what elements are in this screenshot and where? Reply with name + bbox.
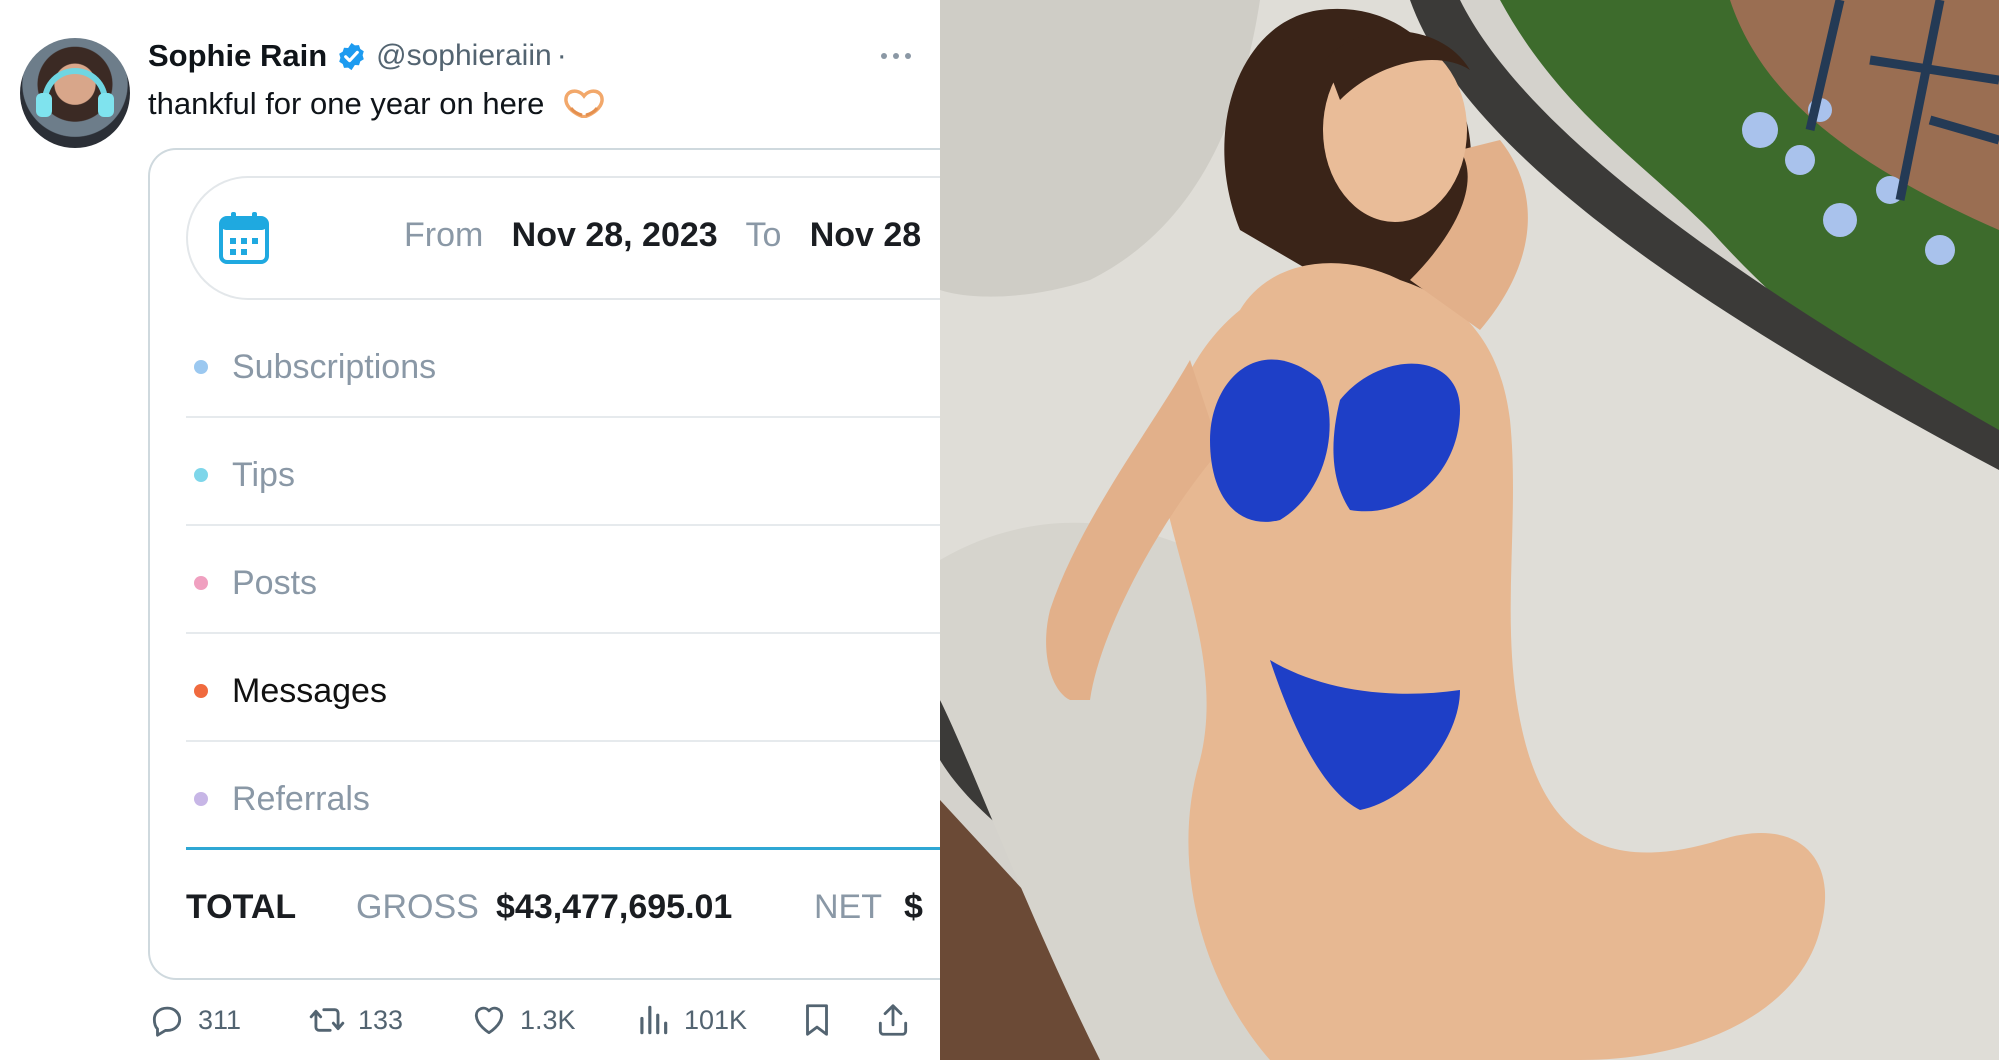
gross-label: GROSS — [356, 888, 479, 926]
views-button[interactable]: 101K — [634, 998, 747, 1042]
heart-icon — [474, 1006, 504, 1035]
category-row-referrals[interactable]: Referrals — [186, 744, 940, 850]
category-label: Subscriptions — [232, 348, 437, 386]
separator-dot: · — [556, 39, 567, 72]
earnings-card[interactable]: From Nov 28, 2023 To Nov 28 Subscription… — [148, 148, 940, 980]
verified-badge-icon — [339, 42, 364, 70]
posts-bullet — [194, 576, 208, 590]
date-range-text: From Nov 28, 2023 To Nov 28 — [404, 216, 921, 255]
tips-bullet — [194, 468, 208, 482]
calendar-icon — [219, 212, 269, 264]
gross-value: $43,477,695.01 — [496, 888, 733, 926]
category-label: Referrals — [232, 780, 370, 818]
reply-count: 311 — [198, 1004, 242, 1035]
reply-button[interactable]: 311 — [148, 998, 241, 1042]
headset-ear-left — [36, 93, 52, 117]
referrals-bullet — [194, 792, 208, 806]
retweet-button[interactable]: 133 — [308, 998, 403, 1042]
subscriptions-bullet — [194, 360, 208, 374]
net-value: $ — [904, 888, 923, 926]
avatar[interactable] — [20, 38, 130, 148]
author-name[interactable]: Sophie Rain — [148, 38, 327, 74]
tweet-header: Sophie Rain @sophieraiin · — [148, 36, 567, 76]
more-options-icon[interactable] — [876, 42, 916, 70]
category-label: Posts — [232, 564, 318, 602]
tweet-action-bar: 311 133 1.3K 101K — [148, 998, 928, 1042]
reply-icon — [152, 1006, 182, 1037]
heart-hands-icon — [564, 89, 604, 118]
from-label: From — [404, 216, 484, 254]
category-label: Tips — [232, 456, 295, 494]
messages-bullet — [194, 684, 208, 698]
category-row-subscriptions[interactable]: Subscriptions — [186, 312, 940, 418]
category-row-tips[interactable]: Tips — [186, 420, 940, 526]
category-label: Messages — [232, 672, 387, 710]
views-chart-icon — [640, 1005, 668, 1035]
total-label: TOTAL — [186, 888, 297, 926]
tweet-text: thankful for one year on here — [148, 86, 605, 122]
headset-ear-right — [98, 93, 114, 117]
retweet-icon — [309, 1008, 345, 1032]
to-date[interactable]: Nov 28 — [810, 216, 922, 254]
photo[interactable] — [940, 0, 1999, 1060]
date-range-selector[interactable]: From Nov 28, 2023 To Nov 28 — [186, 176, 940, 300]
total-row: TOTAL GROSS $43,477,695.01 NET $ — [186, 870, 940, 940]
from-date[interactable]: Nov 28, 2023 — [512, 216, 718, 254]
bookmark-icon — [806, 1004, 828, 1036]
bookmark-button[interactable] — [798, 998, 848, 1042]
like-button[interactable]: 1.3K — [470, 998, 576, 1042]
to-label: To — [745, 216, 782, 254]
like-count: 1.3K — [520, 1004, 576, 1035]
retweet-count: 133 — [358, 1004, 404, 1035]
category-row-posts[interactable]: Posts — [186, 528, 940, 634]
tweet-text-content: thankful for one year on here — [148, 86, 545, 121]
views-count: 101K — [684, 1004, 748, 1035]
net-label: NET — [814, 888, 882, 926]
category-row-messages[interactable]: Messages — [186, 636, 940, 742]
share-icon — [878, 1004, 908, 1036]
author-handle[interactable]: @sophieraiin — [376, 39, 552, 73]
tweet: Sophie Rain @sophieraiin · thankful for … — [0, 0, 940, 1060]
share-button[interactable] — [874, 998, 924, 1042]
